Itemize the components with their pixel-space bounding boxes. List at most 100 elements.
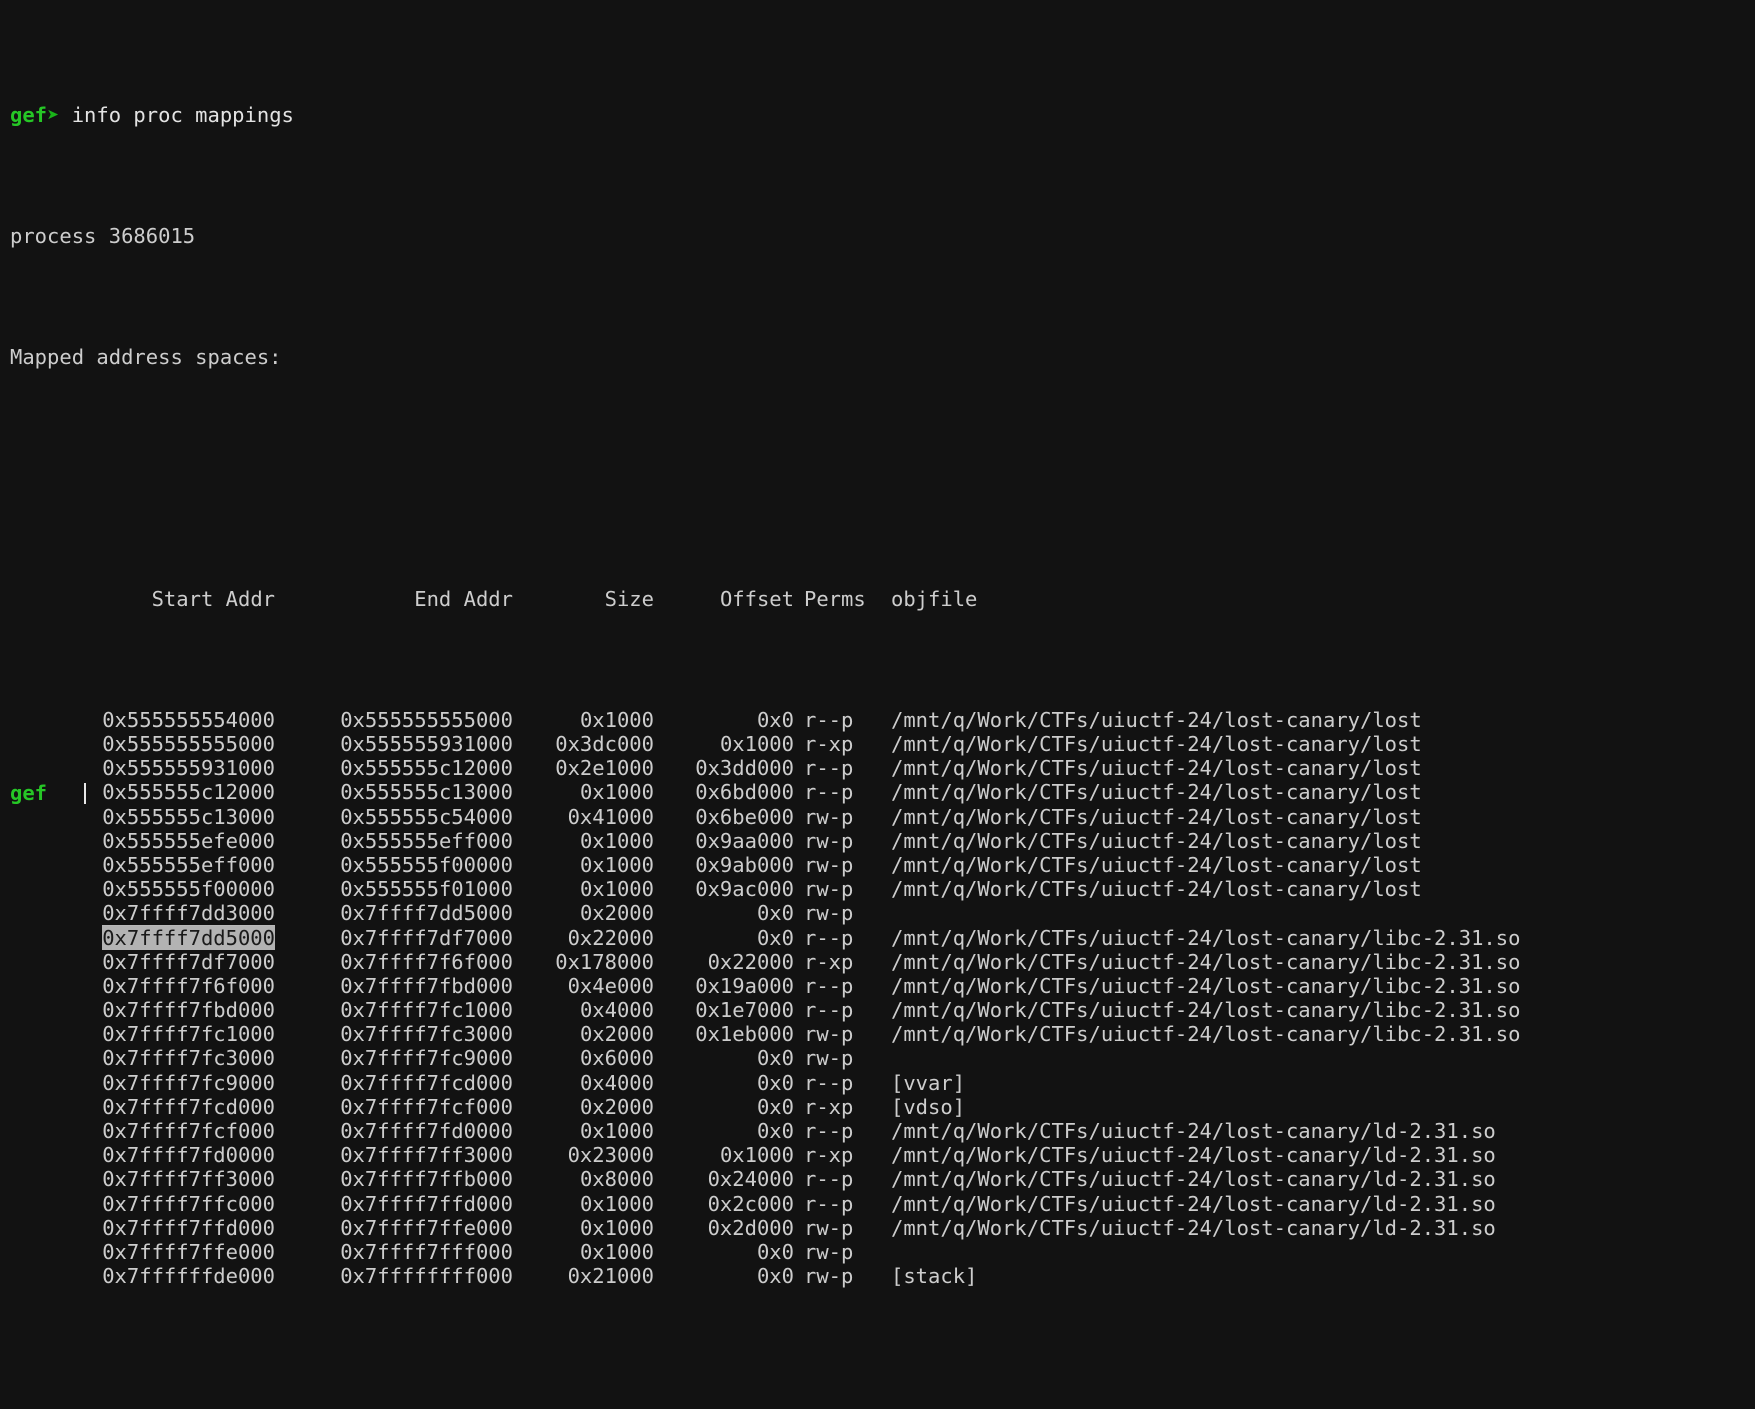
cell-perms: r--p [804, 780, 854, 805]
prompt-line: gef➤ info proc mappings [10, 103, 1755, 127]
cell-start-addr: 0x7ffff7f6f000 [102, 973, 275, 998]
cell-size: 0x1000 [579, 780, 654, 805]
cell-start-addr: 0x555555554000 [102, 707, 275, 732]
table-row[interactable]: 0x7ffff7fd0000 0x7ffff7ff3000 0x23000 0x100… [10, 1143, 1755, 1167]
cell-perms: r--p [804, 925, 854, 950]
cell-start-addr: 0x555555555000 [102, 732, 275, 756]
cell-size: 0x22000 [567, 925, 654, 950]
cell-end-addr: 0x7ffff7ffe000 [340, 1215, 513, 1240]
cell-objfile: /mnt/q/Work/CTFs/uiuctf-24/lost-canary/l… [891, 780, 1422, 805]
cell-start-addr: 0x555555931000 [102, 756, 275, 781]
cell-perms: r-xp [804, 732, 854, 756]
cell-end-addr: 0x7ffff7fd0000 [340, 1119, 513, 1143]
table-row[interactable]: 0x7ffff7ffc000 0x7ffff7ffd000 0x1000 0x2c00… [10, 1192, 1755, 1216]
cell-size: 0x21000 [567, 1264, 654, 1289]
cell-offset: 0x0 [756, 1046, 794, 1071]
cell-end-addr: 0x555555931000 [340, 732, 513, 756]
cell-objfile: /mnt/q/Work/CTFs/uiuctf-24/lost-canary/l… [891, 756, 1422, 781]
cell-end-addr: 0x555555f01000 [340, 877, 513, 902]
mapped-address-spaces-line: Mapped address spaces: [10, 344, 282, 369]
cell-start-addr: 0x7ffff7ffc000 [102, 1191, 275, 1216]
terminal-screen[interactable]: gef➤ info proc mappings process 3686015 … [0, 0, 1755, 1288]
table-row[interactable]: 0x7ffff7ff3000 0x7ffff7ffb000 0x8000 0x2400… [10, 1167, 1755, 1191]
text-cursor[interactable] [84, 783, 87, 804]
cell-objfile: /mnt/q/Work/CTFs/uiuctf-24/lost-canary/l… [891, 732, 1422, 756]
cell-size: 0x1000 [579, 877, 654, 902]
cell-offset: 0x1e7000 [695, 998, 794, 1023]
table-row[interactable]: 0x7ffff7df7000 0x7ffff7f6f000 0x178000 0x22… [10, 950, 1755, 974]
cell-perms: r--p [804, 1167, 854, 1192]
table-row[interactable]: 0x7ffff7dd3000 0x7ffff7dd5000 0x2000 0x0 rw-… [10, 901, 1755, 928]
command-text: info proc mappings [71, 102, 294, 127]
table-row[interactable]: 0x7ffff7fbd000 0x7ffff7fc1000 0x4000 0x1e70… [10, 998, 1755, 1022]
table-row[interactable]: 0x555555931000 0x555555c12000 0x2e1000 0x3d… [10, 756, 1755, 780]
cell-objfile: /mnt/q/Work/CTFs/uiuctf-24/lost-canary/l… [891, 925, 1521, 950]
table-row[interactable]: 0x555555eff000 0x555555f00000 0x1000 0x9ab0… [10, 853, 1755, 877]
column-header-objfile: objfile [891, 586, 978, 611]
cell-size: 0x178000 [555, 949, 654, 974]
cell-size: 0x1000 [579, 1191, 654, 1216]
table-row[interactable]: 0x555555c12000 0x555555c13000 0x1000 0x6bd0… [10, 780, 1755, 804]
table-row[interactable]: 0x7ffff7ffd000 0x7ffff7ffe000 0x1000 0x2d00… [10, 1216, 1755, 1240]
cell-start-addr: 0x7ffffffde000 [102, 1264, 275, 1289]
cell-size: 0x1000 [579, 1215, 654, 1240]
table-row[interactable]: 0x7ffff7dd5000 0x7ffff7df7000 0x22000 0x0 r-… [10, 925, 1755, 950]
process-line: process 3686015 [10, 223, 196, 248]
table-row[interactable]: 0x7ffff7fc9000 0x7ffff7fcd000 0x4000 0x0 r--… [10, 1071, 1755, 1095]
cell-perms: r--p [804, 1070, 854, 1095]
cell-offset: 0x2c000 [707, 1191, 794, 1216]
cell-size: 0x1000 [579, 1119, 654, 1143]
table-row[interactable]: 0x555555555000 0x555555931000 0x3dc000 0x10… [10, 732, 1755, 756]
cell-perms: rw-p [804, 1046, 854, 1071]
cell-start-addr: 0x7ffff7ffe000 [102, 1239, 275, 1264]
table-row[interactable]: 0x7ffffffde000 0x7ffffffff000 0x21000 0x0 rw… [10, 1264, 1755, 1288]
table-row[interactable]: 0x7ffff7fcd000 0x7ffff7fcf000 0x2000 0x0 r-x… [10, 1095, 1755, 1119]
cell-start-addr: 0x7ffff7fc9000 [102, 1070, 275, 1095]
cell-start-addr: 0x555555c13000 [102, 804, 275, 829]
table-row[interactable]: 0x7ffff7f6f000 0x7ffff7fbd000 0x4e000 0x19a… [10, 974, 1755, 998]
cell-start-addr-text: 0x7ffff7dd3000 [102, 901, 275, 928]
table-row[interactable]: 0x7ffff7fc3000 0x7ffff7fc9000 0x6000 0x0 rw-… [10, 1046, 1755, 1070]
cell-objfile: /mnt/q/Work/CTFs/uiuctf-24/lost-canary/l… [891, 1167, 1496, 1192]
cell-size: 0x1000 [579, 852, 654, 877]
cell-offset: 0x9ab000 [695, 852, 794, 877]
table-row[interactable]: 0x7ffff7ffe000 0x7ffff7fff000 0x1000 0x0 rw-… [10, 1240, 1755, 1264]
cell-end-addr: 0x7ffff7fc3000 [340, 1022, 513, 1047]
cell-offset: 0x0 [756, 901, 794, 926]
cell-offset: 0x1000 [719, 732, 794, 756]
cell-size: 0x2000 [579, 1094, 654, 1119]
cell-objfile: /mnt/q/Work/CTFs/uiuctf-24/lost-canary/l… [891, 973, 1521, 998]
cell-end-addr: 0x555555c13000 [340, 780, 513, 805]
table-row[interactable]: 0x7ffff7fcf000 0x7ffff7fd0000 0x1000 0x0 r--… [10, 1119, 1755, 1143]
cell-end-addr: 0x7ffff7fbd000 [340, 973, 513, 998]
cell-offset: 0x19a000 [695, 973, 794, 998]
cell-start-addr: 0x555555efe000 [102, 828, 275, 853]
table-row[interactable]: 0x555555c13000 0x555555c54000 0x41000 0x6be… [10, 805, 1755, 829]
cell-size: 0x2000 [579, 1022, 654, 1047]
cell-size: 0x4000 [579, 1070, 654, 1095]
cell-end-addr: 0x7ffff7fc1000 [340, 998, 513, 1023]
cell-start-addr: 0x555555f00000 [102, 877, 275, 902]
cell-start-addr: 0x7ffff7fbd000 [102, 998, 275, 1023]
table-row[interactable]: 0x555555efe000 0x555555eff000 0x1000 0x9aa0… [10, 829, 1755, 853]
cell-end-addr: 0x7ffff7ffb000 [340, 1167, 513, 1192]
cell-perms: rw-p [804, 828, 854, 853]
cell-objfile: /mnt/q/Work/CTFs/uiuctf-24/lost-canary/l… [891, 1119, 1496, 1143]
column-header-start-addr: Start Addr [151, 586, 275, 611]
cell-offset: 0x22000 [707, 949, 794, 974]
mappings-table-body[interactable]: 0x555555554000 0x555555555000 0x1000 0x0 r--… [10, 708, 1755, 1289]
cell-perms: r--p [804, 756, 854, 781]
cell-objfile: [vvar] [891, 1070, 966, 1095]
cell-objfile: /mnt/q/Work/CTFs/uiuctf-24/lost-canary/l… [891, 998, 1521, 1023]
cell-perms: rw-p [804, 804, 854, 829]
cell-offset: 0x2d000 [707, 1215, 794, 1240]
table-row[interactable]: 0x7ffff7fc1000 0x7ffff7fc3000 0x2000 0x1eb0… [10, 1022, 1755, 1046]
cell-objfile: [vdso] [891, 1094, 966, 1119]
cell-end-addr: 0x555555c54000 [340, 804, 513, 829]
cell-start-addr: 0x7ffff7dd5000 [10, 925, 275, 950]
table-row[interactable]: 0x555555f00000 0x555555f01000 0x1000 0x9ac0… [10, 877, 1755, 901]
table-row[interactable]: 0x555555554000 0x555555555000 0x1000 0x0 r--… [10, 708, 1755, 732]
cell-end-addr: 0x7ffff7dd5000 [340, 901, 513, 926]
cell-perms: rw-p [804, 901, 854, 926]
